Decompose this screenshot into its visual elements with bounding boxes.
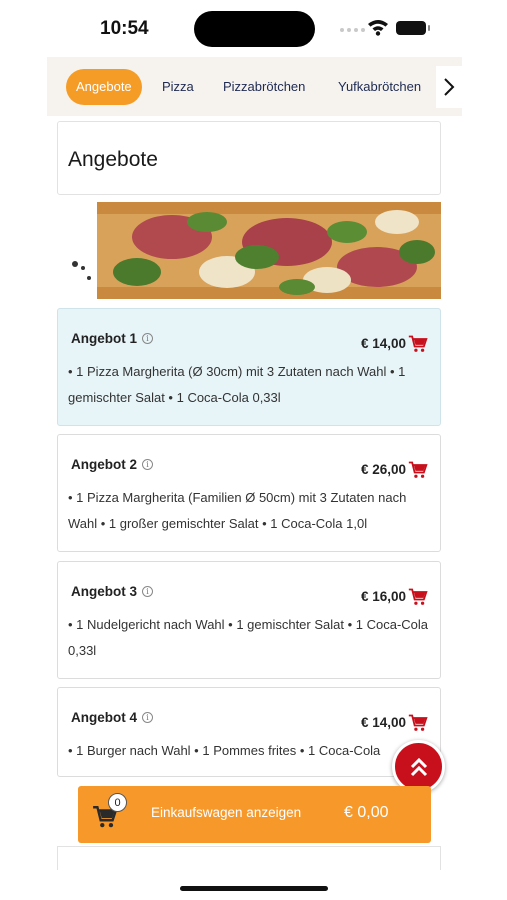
- offer-description: • 1 Pizza Margherita (Ø 30cm) mit 3 Zuta…: [68, 364, 406, 405]
- view-cart-button[interactable]: 0 Einkaufswagen anzeigen € 0,00: [78, 786, 431, 843]
- offer-price: € 14,00: [360, 336, 406, 351]
- offer-description: • 1 Nudelgericht nach Wahl • 1 gemischte…: [68, 617, 429, 658]
- home-indicator[interactable]: [180, 886, 328, 891]
- category-tab-bar: Angebote Pizza Pizzabrötchen Yufkabrötch…: [47, 57, 462, 116]
- section-header: Angebote: [57, 121, 441, 195]
- info-icon[interactable]: i: [142, 459, 153, 470]
- cart-label: Einkaufswagen anzeigen: [151, 805, 302, 820]
- tabs-scroll-right-button[interactable]: [436, 66, 462, 108]
- dynamic-island: [194, 11, 315, 47]
- tab-yufkabroetchen[interactable]: Yufkabrötchen: [338, 69, 421, 105]
- status-bar: 10:54: [0, 0, 507, 56]
- add-to-cart-icon[interactable]: [408, 334, 428, 354]
- info-icon[interactable]: i: [142, 586, 153, 597]
- offer-price: € 14,00: [360, 715, 406, 730]
- offer-card-4[interactable]: Angebot 4 i € 14,00 • 1 Burger nach Wahl…: [57, 687, 441, 777]
- category-banner-image: [57, 202, 441, 299]
- chevron-right-icon: [444, 78, 455, 96]
- offer-name: Angebot 2: [71, 457, 137, 472]
- offer-card-3[interactable]: Angebot 3 i € 16,00 • 1 Nudelgericht nac…: [57, 561, 441, 679]
- offer-price: € 26,00: [360, 462, 406, 477]
- list-item: [57, 846, 441, 870]
- double-chevron-up-icon: [410, 757, 427, 776]
- cart-count-badge: 0: [108, 793, 127, 812]
- add-to-cart-icon[interactable]: [408, 713, 428, 733]
- offer-price: € 16,00: [360, 589, 406, 604]
- section-title: Angebote: [68, 148, 158, 171]
- wifi-icon: [368, 20, 388, 36]
- tab-pizza[interactable]: Pizza: [162, 69, 194, 105]
- add-to-cart-icon[interactable]: [408, 587, 428, 607]
- offer-name: Angebot 3: [71, 584, 137, 599]
- offer-card-2[interactable]: Angebot 2 i € 26,00 • 1 Pizza Margherita…: [57, 434, 441, 552]
- signal-icon: [340, 28, 365, 32]
- tab-pizzabroetchen[interactable]: Pizzabrötchen: [223, 69, 305, 105]
- offer-name: Angebot 4: [71, 710, 137, 725]
- status-time: 10:54: [100, 18, 149, 39]
- info-icon[interactable]: i: [142, 712, 153, 723]
- offer-card-1[interactable]: Angebot 1 i € 14,00 • 1 Pizza Margherita…: [57, 308, 441, 426]
- cart-total: € 0,00: [344, 804, 389, 821]
- offer-description: • 1 Pizza Margherita (Familien Ø 50cm) m…: [68, 490, 407, 531]
- battery-icon: [396, 21, 430, 35]
- info-icon[interactable]: i: [142, 333, 153, 344]
- offer-name: Angebot 1: [71, 331, 137, 346]
- offer-description: • 1 Burger nach Wahl • 1 Pommes frites •…: [68, 743, 381, 758]
- add-to-cart-icon[interactable]: [408, 460, 428, 480]
- tab-angebote[interactable]: Angebote: [66, 69, 142, 105]
